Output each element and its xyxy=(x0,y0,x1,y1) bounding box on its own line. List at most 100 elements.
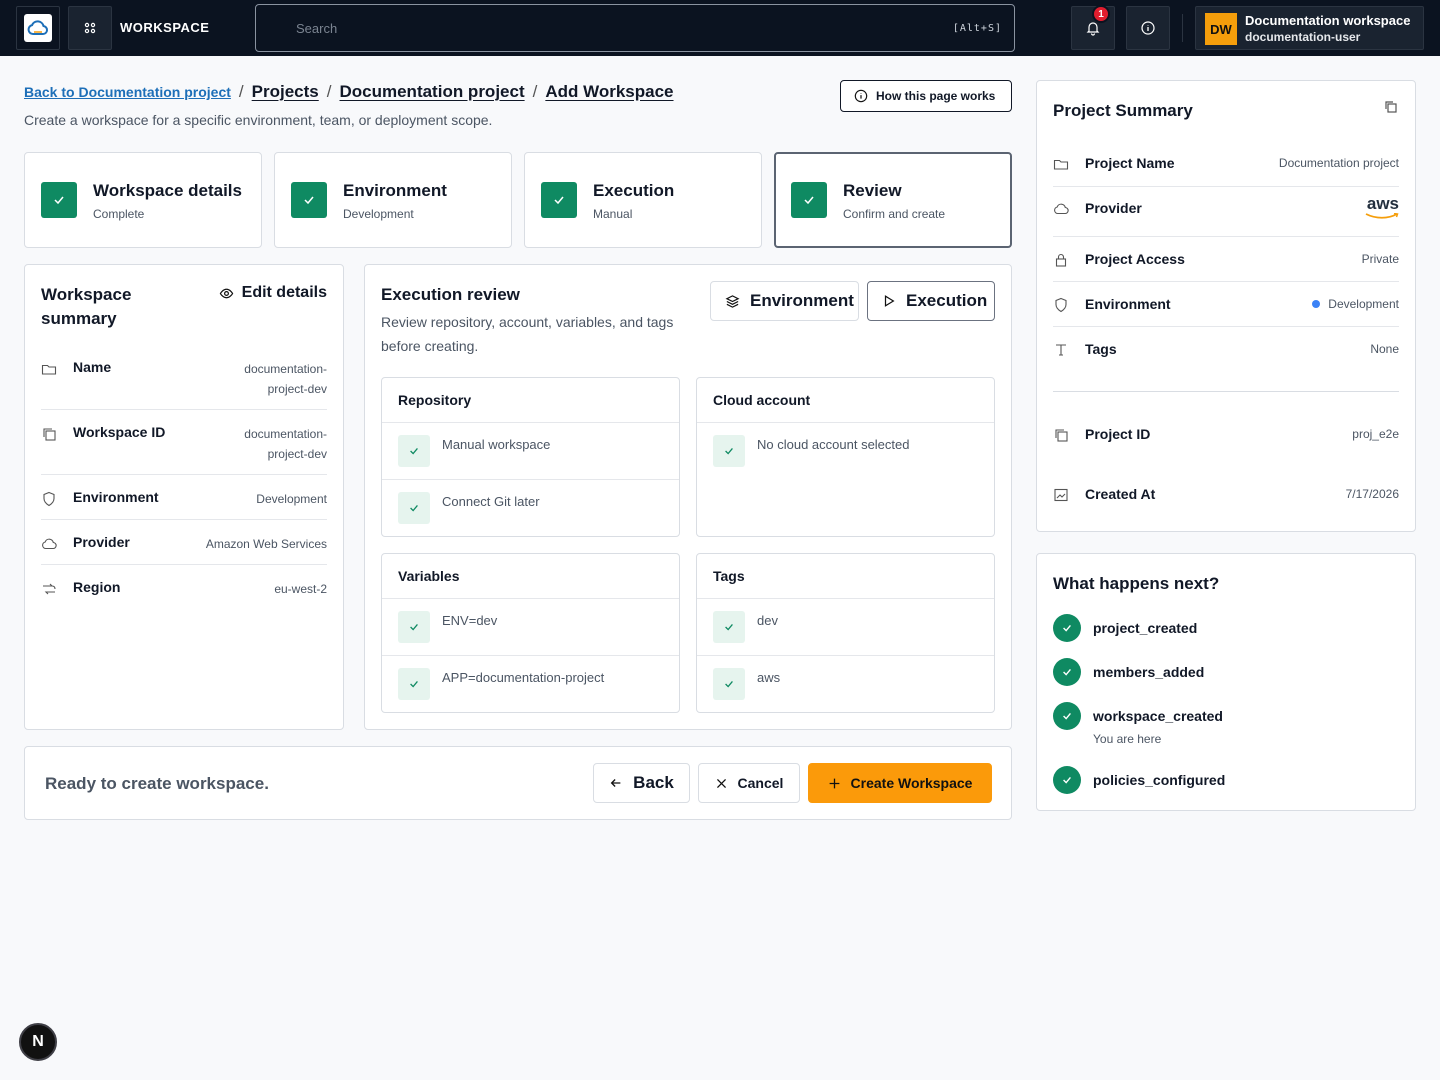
project-row-access: Project Access Private xyxy=(1053,251,1399,282)
apps-menu-button[interactable] xyxy=(68,6,112,50)
breadcrumb: Back to Documentation project / Projects… xyxy=(24,82,674,102)
info-button[interactable] xyxy=(1126,6,1170,50)
environment-status: Development xyxy=(1312,297,1399,311)
project-row-name: Project Name Documentation project xyxy=(1053,155,1399,187)
summary-row-provider: Provider Amazon Web Services xyxy=(41,534,327,565)
play-icon xyxy=(884,295,895,307)
back-button[interactable]: Back xyxy=(593,763,690,803)
how-page-works-button[interactable]: How this page works xyxy=(840,80,1012,112)
app-logo[interactable] xyxy=(16,6,60,50)
next-step-item: members_added xyxy=(1053,658,1393,688)
summary-label: Workspace ID xyxy=(73,424,166,440)
step-environment[interactable]: Environment Development xyxy=(274,152,512,248)
summary-row-environment: Environment Development xyxy=(41,489,327,520)
next-step-label: policies_configured xyxy=(1093,772,1226,788)
copy-icon xyxy=(43,428,56,441)
summary-row-workspace-id: Workspace ID documentation- project-dev xyxy=(41,424,327,475)
route-icon xyxy=(43,583,56,595)
check-icon xyxy=(541,182,577,218)
step-status: Manual xyxy=(593,207,633,221)
execution-review-title: Execution review xyxy=(381,285,520,304)
check-icon xyxy=(713,435,745,467)
list-item: dev xyxy=(697,599,994,656)
aws-logo-text: aws xyxy=(1366,194,1399,213)
folder-icon xyxy=(1053,159,1069,170)
breadcrumb-separator: / xyxy=(532,82,538,101)
project-row-tags: Tags None xyxy=(1053,341,1399,372)
how-page-works-label: How this page works xyxy=(876,89,996,103)
breadcrumb-current[interactable]: Add Workspace xyxy=(545,82,673,102)
next-step-label: project_created xyxy=(1093,620,1198,636)
project-row-created-at: Created At 7/17/2026 xyxy=(1053,486,1399,517)
info-icon xyxy=(854,89,868,103)
shield-icon xyxy=(43,491,55,507)
text-icon xyxy=(1056,344,1066,356)
search-shortcut: [Alt+S] xyxy=(952,23,1002,34)
step-title: Workspace details xyxy=(93,181,242,200)
copy-icon[interactable] xyxy=(1383,99,1399,115)
step-title: Environment xyxy=(343,181,447,200)
step-review[interactable]: Review Confirm and create xyxy=(774,152,1012,248)
info-icon xyxy=(1141,21,1155,35)
project-label: Project Access xyxy=(1085,251,1185,267)
status-dot xyxy=(1312,300,1321,308)
tab-label: Execution xyxy=(906,291,988,310)
summary-label: Provider xyxy=(73,534,130,550)
calendar-icon xyxy=(1054,488,1068,502)
aws-logo: aws xyxy=(1365,195,1399,220)
next-steps-title: What happens next? xyxy=(1053,574,1220,593)
tab-execution[interactable]: Execution xyxy=(867,281,995,321)
list-item: Manual workspace xyxy=(382,423,679,480)
edit-details-button[interactable]: Edit details xyxy=(219,284,327,302)
check-icon xyxy=(1053,614,1081,642)
cloud-icon xyxy=(42,538,57,550)
next-steps-card: What happens next? project_created membe… xyxy=(1036,553,1416,811)
notification-badge: 1 xyxy=(1092,5,1110,23)
current-step-note: You are here xyxy=(1093,732,1162,746)
next-step-label: workspace_created xyxy=(1093,708,1223,724)
summary-value: documentation- project-dev xyxy=(244,362,327,396)
create-workspace-button[interactable]: Create Workspace xyxy=(808,763,992,803)
divider xyxy=(1182,14,1183,42)
notifications-button[interactable]: 1 xyxy=(1071,5,1115,50)
avatar: DW xyxy=(1205,13,1237,45)
project-summary-title: Project Summary xyxy=(1053,101,1193,120)
breadcrumb-projects[interactable]: Projects xyxy=(252,82,319,102)
list-item-text: aws xyxy=(757,670,781,685)
layers-icon xyxy=(725,294,740,308)
project-row-id: Project ID proj_e2e xyxy=(1053,426,1399,457)
project-value: proj_e2e xyxy=(1352,427,1399,441)
search-input[interactable]: Search [Alt+S] xyxy=(255,4,1015,52)
folder-icon xyxy=(41,364,57,375)
variables-panel: Variables ENV=dev APP=documentation-proj… xyxy=(381,553,680,713)
dev-tools-button[interactable]: N xyxy=(19,1023,57,1061)
eye-icon xyxy=(219,288,233,298)
breadcrumb-project[interactable]: Documentation project xyxy=(339,82,524,102)
check-icon xyxy=(713,668,745,700)
user-menu[interactable]: DW Documentation workspace documentation… xyxy=(1195,6,1424,50)
summary-row-name: Name documentation- project-dev xyxy=(41,359,327,410)
back-link[interactable]: Back to Documentation project xyxy=(24,84,231,100)
step-title: Execution xyxy=(593,181,675,200)
shield-icon xyxy=(1055,297,1067,313)
check-icon xyxy=(791,182,827,218)
check-icon xyxy=(398,611,430,643)
cancel-button[interactable]: Cancel xyxy=(698,763,800,803)
tab-environment[interactable]: Environment xyxy=(710,281,859,321)
step-workspace-details[interactable]: Workspace details Complete xyxy=(24,152,262,248)
grid-icon xyxy=(84,22,96,34)
status-text: Ready to create workspace. xyxy=(45,774,269,793)
project-row-environment: Environment Development xyxy=(1053,296,1399,327)
summary-row-region: Region eu-west-2 xyxy=(41,579,327,610)
list-item-text: dev xyxy=(757,613,778,628)
step-status: Development xyxy=(343,207,414,221)
list-item: ENV=dev xyxy=(382,599,679,656)
panel-title: Cloud account xyxy=(697,378,994,423)
lock-icon xyxy=(1055,253,1067,267)
step-execution[interactable]: Execution Manual xyxy=(524,152,762,248)
tab-label: Environment xyxy=(750,291,854,310)
panel-title: Variables xyxy=(382,554,679,599)
project-row-provider: Provider aws xyxy=(1053,195,1399,237)
cloud-logo-icon xyxy=(24,14,52,42)
plus-icon xyxy=(829,778,839,788)
